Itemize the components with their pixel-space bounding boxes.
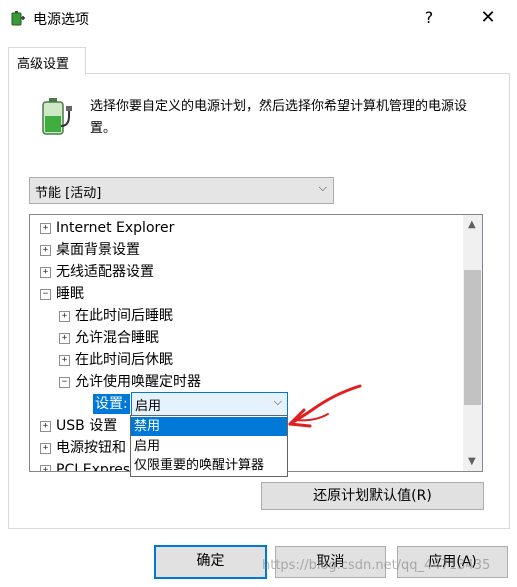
tab-advanced-settings[interactable]: 高级设置 [8, 47, 86, 75]
chevron-down-icon: ⌵ [273, 395, 282, 408]
option-disable[interactable]: 禁用 [131, 417, 287, 436]
expand-icon[interactable]: + [59, 355, 70, 366]
tree-item-label: 桌面背景设置 [56, 242, 140, 258]
option-important-only[interactable]: 仅限重要的唤醒计算器 [131, 456, 287, 475]
setting-value: 启用 [135, 399, 162, 414]
help-button[interactable]: ? [413, 0, 445, 36]
intro-description: 选择你要自定义的电源计划，然后选择你希望计算机管理的电源设置。 [90, 99, 468, 136]
power-plan-value: 节能 [活动] [35, 186, 102, 201]
tree-item-label: 允许混合睡眠 [75, 330, 159, 346]
tab-label: 高级设置 [17, 57, 70, 72]
battery-plug-icon [42, 98, 72, 135]
tree-item-label: 无线适配器设置 [56, 264, 154, 280]
power-options-icon [11, 11, 25, 26]
chevron-down-icon: ⌵ [318, 181, 327, 194]
expand-icon[interactable]: + [40, 245, 51, 256]
setting-options-list[interactable]: 禁用 启用 仅限重要的唤醒计算器 [130, 415, 288, 477]
tree-item-label: USB 设置 [56, 418, 118, 434]
expand-icon[interactable]: + [40, 465, 51, 471]
option-enable[interactable]: 启用 [131, 437, 287, 456]
title-bar: 电源选项 ? ✕ [0, 0, 517, 36]
expand-icon[interactable]: + [40, 223, 51, 234]
tree-item-label: Internet Explorer [56, 220, 175, 236]
close-button[interactable]: ✕ [468, 0, 508, 36]
tree-item-label: 允许使用唤醒定时器 [75, 374, 201, 390]
power-plan-select[interactable]: 节能 [活动] ⌵ [29, 177, 334, 204]
window-title: 电源选项 [33, 12, 89, 28]
tree-item-label: 睡眠 [56, 286, 84, 302]
ok-button[interactable]: 确定 [154, 545, 267, 579]
expand-icon[interactable]: + [40, 443, 51, 454]
wake-timer-setting-select[interactable]: 启用 ⌵ [131, 392, 288, 416]
expand-icon[interactable]: + [59, 333, 70, 344]
expand-icon[interactable]: + [40, 267, 51, 278]
scrollbar-thumb[interactable] [464, 270, 481, 405]
tree-item-label: 电源按钮和 [56, 440, 126, 456]
collapse-icon[interactable]: − [40, 289, 51, 300]
restore-defaults-button[interactable]: 还原计划默认值(R) [261, 482, 484, 510]
scroll-up-icon[interactable]: ▲ [468, 219, 476, 230]
expand-icon[interactable]: + [40, 421, 51, 432]
tree-item-label: 在此时间后睡眠 [75, 308, 173, 324]
scroll-down-icon[interactable]: ▼ [468, 456, 476, 467]
tree-scrollbar[interactable]: ▲ ▼ [463, 215, 482, 471]
annotation-arrow-icon [288, 384, 362, 428]
expand-icon[interactable]: + [59, 311, 70, 322]
tree-item-label: PCI Express [56, 462, 138, 472]
tree-item-label: 在此时间后休眠 [75, 352, 173, 368]
setting-label: 设置: [93, 394, 130, 414]
watermark: https://blog.csdn.net/qq_44713435 [262, 558, 491, 573]
collapse-icon[interactable]: − [59, 377, 70, 388]
